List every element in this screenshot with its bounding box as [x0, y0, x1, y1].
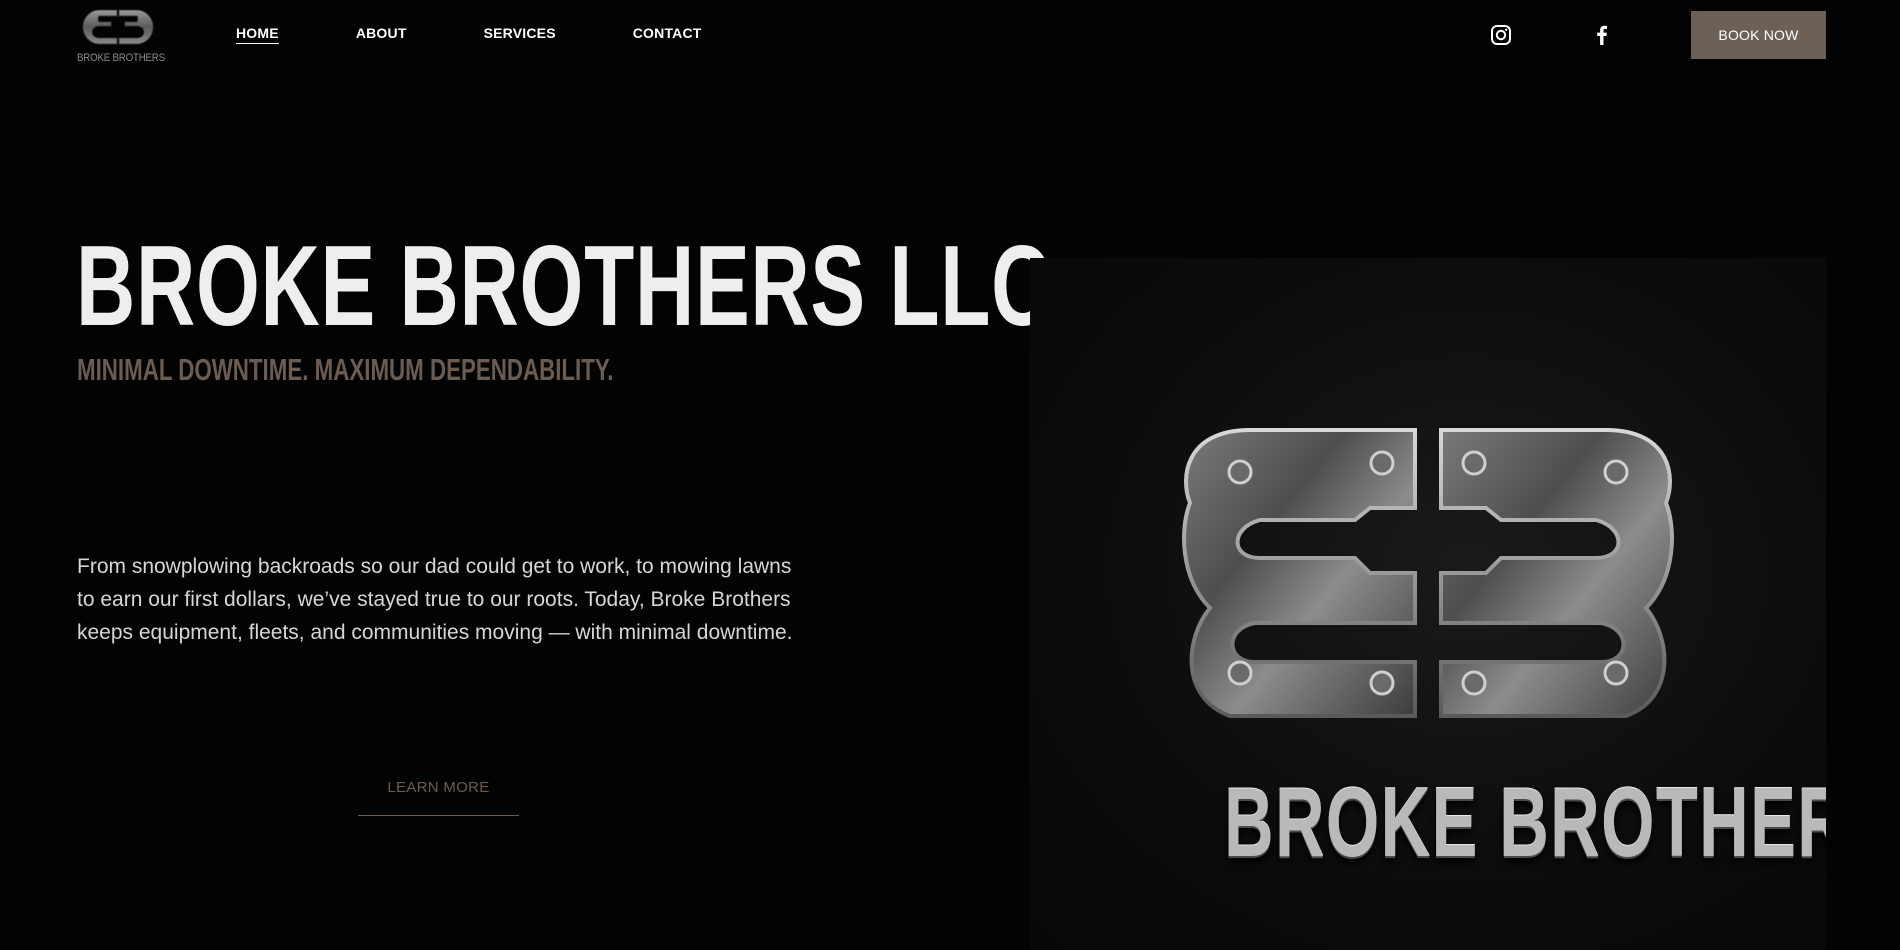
site-logo[interactable]: BROKE BROTHERS	[77, 4, 165, 66]
site-header: BROKE BROTHERS HOME ABOUT SERVICES CONTA…	[0, 0, 1900, 70]
main-nav: HOME ABOUT SERVICES CONTACT	[236, 25, 779, 44]
page: BROKE BROTHERS HOME ABOUT SERVICES CONTA…	[0, 0, 1900, 950]
facebook-icon	[1597, 25, 1607, 45]
hero-title: BROKE BROTHERS LLC	[76, 223, 1052, 350]
hero-description: From snowplowing backroads so our dad co…	[77, 555, 793, 644]
instagram-link[interactable]	[1490, 24, 1512, 46]
logo-text: BROKE BROTHERS	[77, 52, 165, 64]
instagram-icon	[1491, 25, 1511, 45]
nav-services[interactable]: SERVICES	[484, 25, 556, 44]
bb-monogram-icon	[82, 9, 154, 45]
brand-wordmark: BROKE BROTHERS	[1224, 767, 1826, 877]
learn-more-button[interactable]: LEARN MORE	[358, 774, 519, 816]
hero-subtitle: MINIMAL DOWNTIME. MAXIMUM DEPENDABILITY.	[77, 352, 614, 387]
nav-contact[interactable]: CONTACT	[633, 25, 702, 44]
nav-about[interactable]: ABOUT	[356, 25, 407, 44]
facebook-link[interactable]	[1591, 24, 1613, 46]
book-now-button[interactable]: BOOK NOW	[1691, 11, 1826, 59]
nav-home[interactable]: HOME	[236, 25, 279, 44]
hero-logo-image: BROKE BROTHERS	[1030, 258, 1826, 950]
